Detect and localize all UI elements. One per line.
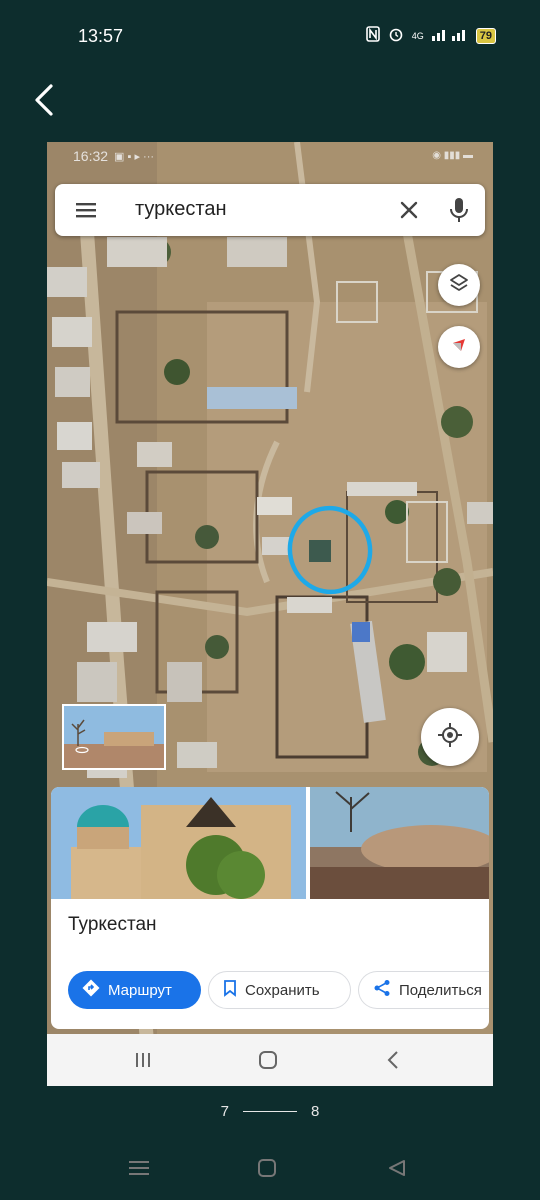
my-location-icon [436, 721, 464, 754]
inner-recent-apps-button[interactable] [131, 1048, 155, 1072]
status-bar: 13:57 4G 79 [0, 0, 540, 70]
nfc-icon [365, 26, 380, 45]
save-button[interactable]: Сохранить [208, 971, 351, 1009]
bookmark-icon [223, 979, 237, 1001]
microphone-icon[interactable] [447, 196, 471, 224]
hamburger-menu-icon[interactable] [75, 200, 97, 220]
network-type: 4G [411, 30, 424, 41]
directions-icon [82, 979, 100, 1001]
route-label: Маршрут [108, 981, 172, 999]
pager-current: 7 [220, 1102, 229, 1120]
pager-divider [243, 1110, 297, 1112]
inner-status-icons: ▣ ▪ ▸ ··· [114, 150, 155, 163]
clear-search-icon[interactable] [397, 198, 421, 222]
place-title: Туркестан [68, 914, 157, 935]
share-icon [373, 979, 391, 1001]
route-button[interactable]: Маршрут [68, 971, 201, 1009]
compass-button[interactable] [438, 326, 480, 368]
share-button[interactable]: Поделиться [358, 971, 489, 1009]
pager-total: 8 [311, 1102, 320, 1120]
inner-back-button[interactable] [381, 1048, 405, 1072]
home-button[interactable] [254, 1155, 280, 1181]
compass-icon [449, 335, 469, 360]
system-navigation-bar [0, 1145, 540, 1190]
embedded-screenshot: 16:32 ▣ ▪ ▸ ··· ◉ ▮▮▮ ▬ туркестан Туркес… [47, 142, 493, 1086]
share-label: Поделиться [399, 981, 482, 999]
my-location-button[interactable] [421, 708, 479, 766]
inner-status-bar: 16:32 ▣ ▪ ▸ ··· [73, 148, 154, 164]
search-bar[interactable]: туркестан [55, 184, 485, 236]
status-time: 13:57 [78, 26, 124, 46]
back-button[interactable] [28, 80, 60, 120]
alarm-icon [388, 26, 404, 45]
search-input[interactable]: туркестан [135, 198, 226, 221]
image-pager: 7 8 [0, 1100, 540, 1122]
layers-button[interactable] [438, 264, 480, 306]
inner-navigation-bar [47, 1034, 493, 1086]
place-card[interactable]: Туркестан Маршрут Сохранить Поделиться [51, 787, 489, 1029]
signal-icon [431, 27, 468, 44]
place-photos[interactable] [51, 787, 489, 899]
inner-status-time: 16:32 [73, 148, 109, 164]
save-label: Сохранить [245, 981, 320, 999]
street-view-thumbnail[interactable] [62, 704, 166, 770]
menu-button[interactable] [126, 1155, 152, 1181]
back-nav-button[interactable] [384, 1155, 410, 1181]
layers-icon [448, 272, 470, 299]
status-icons: 4G 79 [365, 26, 496, 45]
inner-status-right-icons: ◉ ▮▮▮ ▬ [432, 150, 473, 161]
inner-home-button[interactable] [256, 1048, 280, 1072]
battery-indicator: 79 [475, 27, 496, 44]
